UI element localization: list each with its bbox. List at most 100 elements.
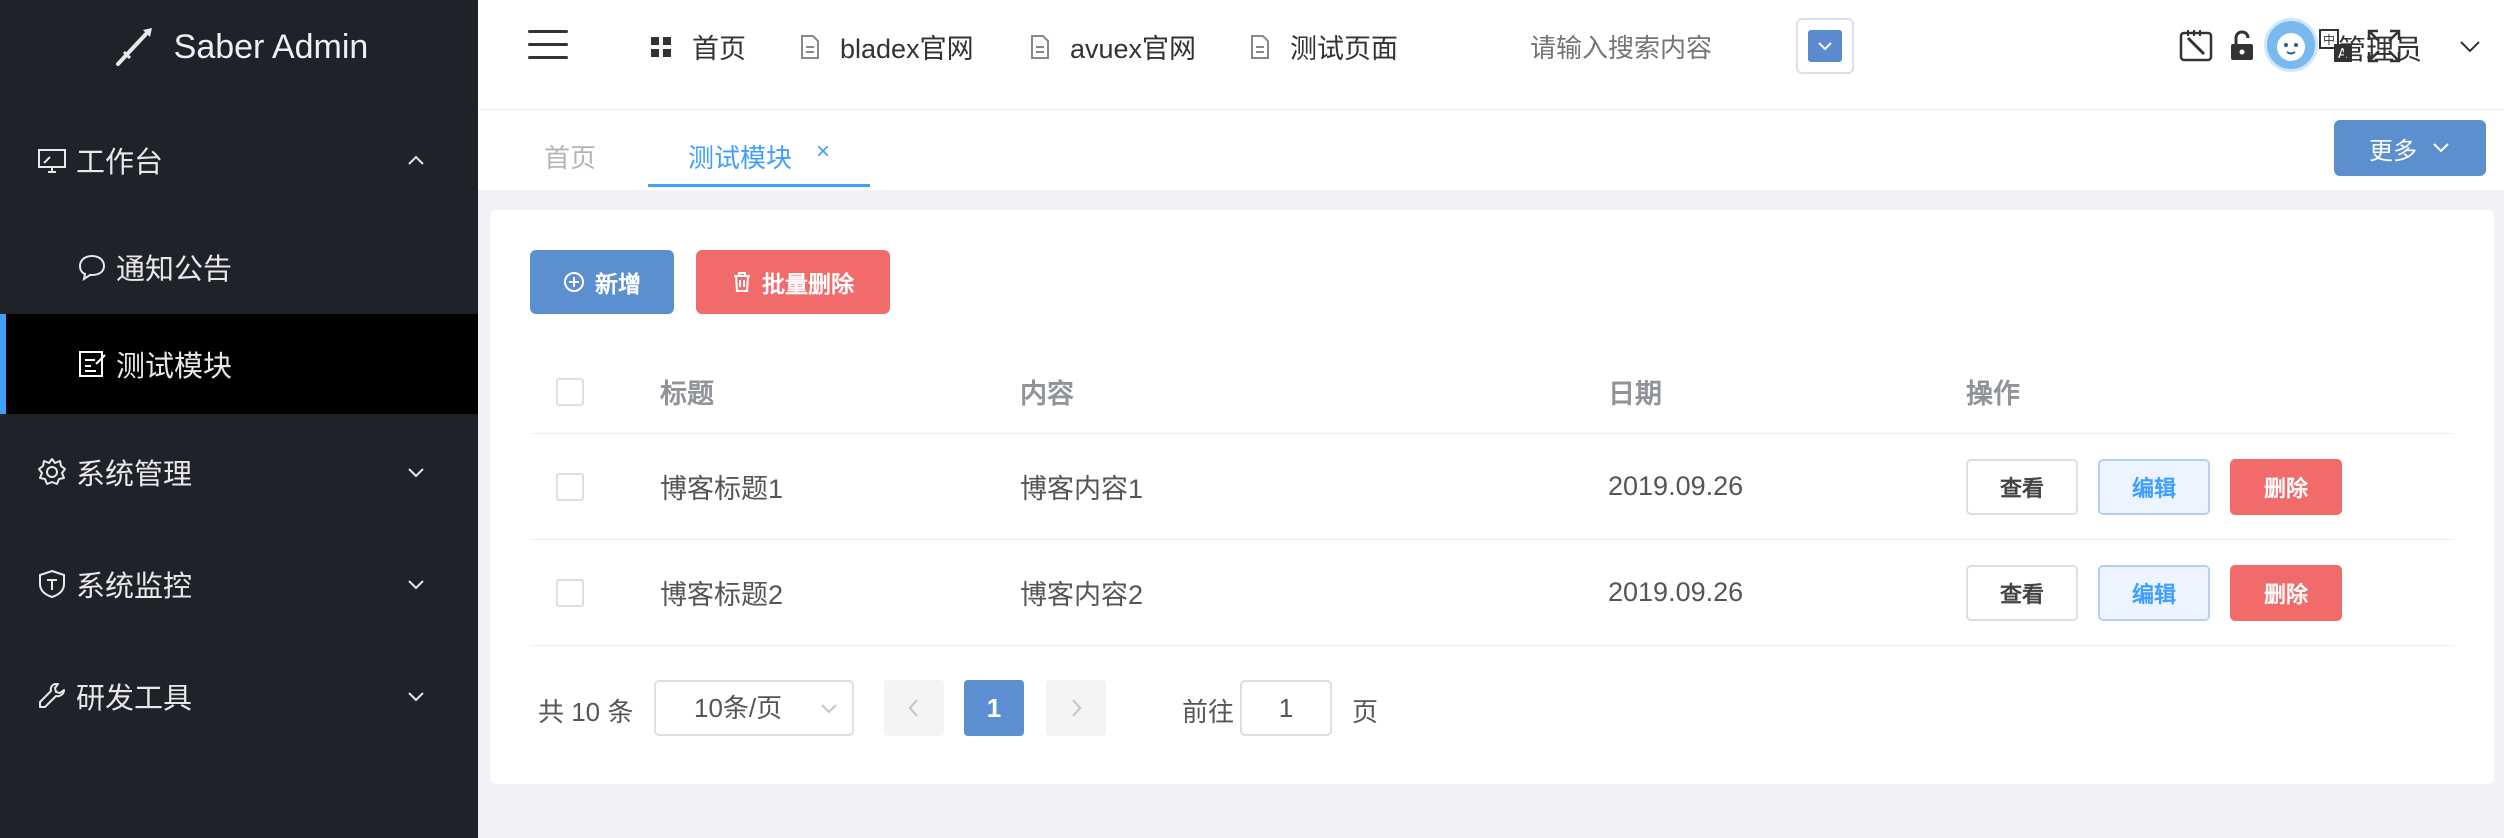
- cell-title: 博客标题2: [660, 580, 784, 610]
- sidebar-item-label: 工作台: [76, 147, 164, 179]
- tags-bar: 首页 测试模块 × 更多: [478, 110, 2504, 190]
- top-link-avuex[interactable]: avuex官网: [1030, 27, 1196, 66]
- tab-home[interactable]: 首页: [544, 138, 596, 175]
- sidebar-item-system-monitor[interactable]: 系统监控: [0, 548, 478, 620]
- content-card: 新增 批量删除 标题 内容 日期 操作 博客标题1 博客内容1 2019.09.…: [490, 210, 2494, 784]
- batch-delete-label: 批量删除: [762, 271, 854, 297]
- sidebar-item-label: 系统监控: [76, 571, 193, 603]
- plus-circle-icon: [564, 272, 584, 292]
- goto-page-input[interactable]: [1240, 680, 1332, 736]
- row-checkbox[interactable]: [556, 578, 584, 607]
- chevron-right-icon: [1072, 699, 1082, 717]
- top-link-home[interactable]: 首页: [650, 27, 746, 66]
- top-link-bladex[interactable]: bladex官网: [800, 27, 974, 66]
- top-link-label: 测试页面: [1290, 34, 1398, 64]
- next-page-button[interactable]: [1046, 680, 1106, 736]
- lock-screen-icon[interactable]: [2178, 28, 2214, 64]
- delete-button[interactable]: 删除: [2230, 565, 2342, 621]
- pagination: 共 10 条 10条/页 1 前往 页: [538, 680, 1438, 736]
- search-dropdown-button[interactable]: [1796, 18, 1854, 74]
- add-label: 新增: [595, 271, 641, 297]
- top-link-test-page[interactable]: 测试页面: [1250, 27, 1398, 66]
- view-button[interactable]: 查看: [1966, 565, 2078, 621]
- edit-button[interactable]: 编辑: [2098, 459, 2210, 515]
- chat-bubble-icon: [78, 254, 106, 282]
- page-size-select[interactable]: 10条/页: [654, 680, 854, 736]
- tab-test-module[interactable]: 测试模块: [688, 138, 792, 175]
- sidebar-item-system-manage[interactable]: 系统管理: [0, 436, 478, 508]
- chevron-up-icon: [408, 155, 424, 165]
- cell-date: 2019.09.26: [1608, 471, 1744, 501]
- document-icon: [1031, 34, 1049, 59]
- chevron-down-icon: [1808, 30, 1842, 62]
- search-input[interactable]: [1530, 28, 1760, 68]
- trash-icon: [734, 272, 750, 292]
- cell-title: 博客标题1: [660, 474, 784, 504]
- table-header-row: 标题 内容 日期 操作: [530, 350, 2454, 434]
- top-link-label: 首页: [692, 34, 746, 64]
- user-name[interactable]: 管理员: [2338, 28, 2422, 68]
- delete-button[interactable]: 删除: [2230, 459, 2342, 515]
- grid-icon: [651, 36, 671, 57]
- prev-page-button[interactable]: [884, 680, 944, 736]
- document-icon: [1251, 34, 1269, 59]
- sidebar-item-test-module[interactable]: 测试模块: [0, 314, 478, 414]
- menu-toggle-icon[interactable]: [528, 30, 568, 62]
- more-label: 更多: [2369, 137, 2417, 165]
- active-tab-indicator: [648, 184, 870, 187]
- header-ops: 操作: [1966, 379, 2020, 409]
- sidebar-item-label: 测试模块: [116, 351, 233, 383]
- top-link-label: avuex官网: [1070, 34, 1197, 64]
- sidebar-item-label: 研发工具: [76, 683, 193, 715]
- page-size-value: 10条/页: [694, 693, 783, 723]
- sidebar-item-dev-tools[interactable]: 研发工具: [0, 660, 478, 732]
- sidebar-item-notice[interactable]: 通知公告: [0, 220, 478, 314]
- more-button[interactable]: 更多: [2334, 120, 2486, 176]
- add-button[interactable]: 新增: [530, 250, 674, 314]
- chevron-down-icon: [408, 468, 424, 478]
- page-number-current[interactable]: 1: [964, 680, 1024, 736]
- batch-delete-button[interactable]: 批量删除: [696, 250, 890, 314]
- chevron-down-icon: [408, 692, 424, 702]
- view-button[interactable]: 查看: [1966, 459, 2078, 515]
- chevron-down-icon[interactable]: [2458, 36, 2482, 56]
- page-suffix: 页: [1352, 697, 1379, 727]
- chevron-left-icon: [908, 699, 918, 717]
- chevron-down-icon: [408, 580, 424, 590]
- cell-content: 博客内容1: [1020, 474, 1144, 504]
- monitor-icon: [38, 149, 66, 173]
- lock-icon[interactable]: [2224, 28, 2260, 64]
- select-all-checkbox[interactable]: [556, 377, 584, 406]
- header-content: 内容: [1020, 379, 1074, 409]
- row-checkbox[interactable]: [556, 472, 584, 501]
- chevron-down-icon: [2433, 143, 2449, 153]
- close-icon[interactable]: ×: [816, 138, 830, 166]
- shield-icon: [39, 569, 65, 599]
- svg-text:中: 中: [2323, 32, 2335, 47]
- edit-button[interactable]: 编辑: [2098, 565, 2210, 621]
- chevron-down-icon: [821, 704, 837, 714]
- cell-date: 2019.09.26: [1608, 577, 1744, 607]
- header-date: 日期: [1608, 379, 1662, 409]
- gear-icon: [38, 458, 66, 485]
- document-icon: [801, 34, 819, 59]
- brand-name: Saber Admin: [173, 27, 369, 66]
- brand[interactable]: Saber Admin: [0, 0, 478, 94]
- row-actions: 查看 编辑 删除: [1966, 565, 2366, 621]
- avatar[interactable]: [2264, 18, 2318, 72]
- header-title: 标题: [660, 379, 714, 409]
- pagination-total: 共 10 条: [538, 697, 634, 727]
- wrench-icon: [39, 683, 65, 708]
- cell-content: 博客内容2: [1020, 580, 1144, 610]
- top-link-label: bladex官网: [840, 34, 974, 64]
- table-row: 博客标题1 博客内容1 2019.09.26 查看 编辑 删除: [530, 434, 2454, 540]
- topbar: 首页 bladex官网 avuex官网 测试页面 中A 管理员: [478, 0, 2504, 110]
- sidebar: Saber Admin 工作台 通知公告 测试模块 系统管理 系统监控 研发工具: [0, 0, 478, 838]
- sidebar-item-label: 通知公告: [116, 254, 233, 286]
- sidebar-item-label: 系统管理: [76, 459, 193, 491]
- goto-label: 前往: [1182, 697, 1235, 727]
- sword-logo-icon: [115, 28, 152, 66]
- sidebar-item-workbench[interactable]: 工作台: [0, 126, 478, 194]
- edit-note-icon: [79, 351, 106, 377]
- row-actions: 查看 编辑 删除: [1966, 459, 2366, 515]
